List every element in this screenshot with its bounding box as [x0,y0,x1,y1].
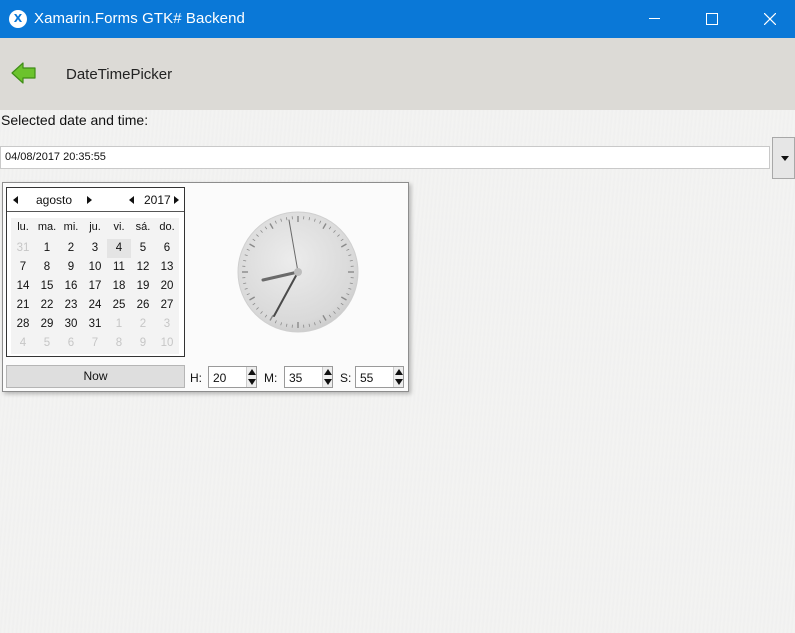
minute-value[interactable]: 35 [289,371,302,385]
increment-icon[interactable] [324,369,332,375]
calendar-day[interactable]: 7 [83,334,107,353]
weekday-label: lu. [17,221,29,233]
calendar-day[interactable]: 18 [107,277,131,296]
weekday-label: mi. [63,221,79,233]
calendar-week-row: 4 5 6 7 8 9 10 [11,334,179,353]
calendar-day[interactable]: 11 [107,258,131,277]
analog-clock [237,211,359,333]
weekday-label: ma. [37,221,57,233]
calendar-day[interactable]: 17 [83,277,107,296]
calendar-week-row: 7 8 9 10 11 12 13 [11,258,179,277]
next-year-icon[interactable] [174,196,179,204]
calendar-day[interactable]: 5 [131,239,155,258]
calendar-day[interactable]: 26 [131,296,155,315]
dropdown-arrow-icon [781,156,789,161]
minimize-button[interactable] [625,0,683,38]
weekday-header-row: lu. ma. mi. ju. vi. sá. do. [11,218,179,237]
minute-spinner[interactable]: 35 [284,366,333,388]
weekday-label: vi. [113,221,125,233]
calendar-header: agosto 2017 [7,188,184,212]
calendar-day[interactable]: 31 [83,315,107,334]
close-button[interactable] [741,0,795,38]
page-title: DateTimePicker [66,66,173,83]
calendar-day[interactable]: 20 [155,277,179,296]
weekday-label: ju. [89,221,101,233]
calendar-day[interactable]: 29 [35,315,59,334]
calendar-day[interactable]: 7 [11,258,35,277]
calendar-day[interactable]: 6 [59,334,83,353]
calendar-day[interactable]: 1 [107,315,131,334]
selected-datetime-label: Selected date and time: [1,112,149,128]
calendar-day[interactable]: 3 [155,315,179,334]
calendar-month: agosto [36,193,73,207]
calendar-day[interactable]: 9 [131,334,155,353]
minimize-icon [649,18,660,19]
calendar-day[interactable]: 22 [35,296,59,315]
second-spinner[interactable]: 55 [355,366,404,388]
calendar-day[interactable]: 30 [59,315,83,334]
prev-month-icon[interactable] [13,196,18,204]
title-bar: X Xamarin.Forms GTK# Backend [0,0,795,38]
calendar-day[interactable]: 19 [131,277,155,296]
calendar-day[interactable]: 1 [35,239,59,258]
hour-spinner[interactable]: 20 [208,366,257,388]
prev-year-icon[interactable] [129,196,134,204]
increment-icon[interactable] [395,369,403,375]
calendar-day[interactable]: 28 [11,315,35,334]
calendar-week-row: 21 22 23 24 25 26 27 [11,296,179,315]
maximize-button[interactable] [683,0,741,38]
minute-label: M: [264,371,278,385]
calendar-day[interactable]: 14 [11,277,35,296]
second-label: S: [340,371,352,385]
calendar-day[interactable]: 24 [83,296,107,315]
calendar-day[interactable]: 5 [35,334,59,353]
calendar-day[interactable]: 16 [59,277,83,296]
hour-value[interactable]: 20 [213,371,226,385]
xamarin-icon: X [9,10,27,28]
calendar-day[interactable]: 25 [107,296,131,315]
calendar-year: 2017 [144,193,171,207]
decrement-icon[interactable] [324,379,332,385]
calendar-day[interactable]: 10 [83,258,107,277]
maximize-icon [706,13,718,25]
datetime-input[interactable]: 04/08/2017 20:35:55 [0,146,770,169]
navigation-bar: DateTimePicker [0,38,795,110]
calendar-day-selected[interactable]: 4 [107,239,131,258]
window-title: Xamarin.Forms GTK# Backend [34,10,246,27]
datetime-popup: agosto 2017 lu. ma. mi. ju. vi. sá. do. … [2,182,409,392]
hour-label: H: [190,371,202,385]
calendar-day[interactable]: 27 [155,296,179,315]
calendar-day[interactable]: 9 [59,258,83,277]
weekday-label: do. [159,221,175,233]
calendar-day[interactable]: 2 [59,239,83,258]
calendar-day[interactable]: 6 [155,239,179,258]
calendar-day[interactable]: 10 [155,334,179,353]
back-arrow-icon[interactable] [11,62,37,84]
calendar-day[interactable]: 8 [35,258,59,277]
calendar-week-row: 14 15 16 17 18 19 20 [11,277,179,296]
calendar-grid: lu. ma. mi. ju. vi. sá. do. 31 1 2 3 4 5… [11,218,179,354]
calendar: agosto 2017 lu. ma. mi. ju. vi. sá. do. … [6,187,185,357]
increment-icon[interactable] [248,369,256,375]
next-month-icon[interactable] [87,196,92,204]
calendar-day[interactable]: 4 [11,334,35,353]
calendar-day[interactable]: 21 [11,296,35,315]
calendar-day[interactable]: 3 [83,239,107,258]
calendar-day[interactable]: 15 [35,277,59,296]
calendar-day[interactable]: 12 [131,258,155,277]
weekday-label: sá. [135,221,151,233]
calendar-day[interactable]: 31 [11,239,35,258]
calendar-day[interactable]: 2 [131,315,155,334]
second-value[interactable]: 55 [360,371,373,385]
calendar-day[interactable]: 23 [59,296,83,315]
dropdown-button[interactable] [772,137,795,179]
decrement-icon[interactable] [395,379,403,385]
calendar-week-row: 31 1 2 3 4 5 6 [11,239,179,258]
calendar-week-row: 28 29 30 31 1 2 3 [11,315,179,334]
close-icon [764,13,776,25]
calendar-day[interactable]: 13 [155,258,179,277]
calendar-day[interactable]: 8 [107,334,131,353]
decrement-icon[interactable] [248,379,256,385]
now-button[interactable]: Now [6,365,185,388]
